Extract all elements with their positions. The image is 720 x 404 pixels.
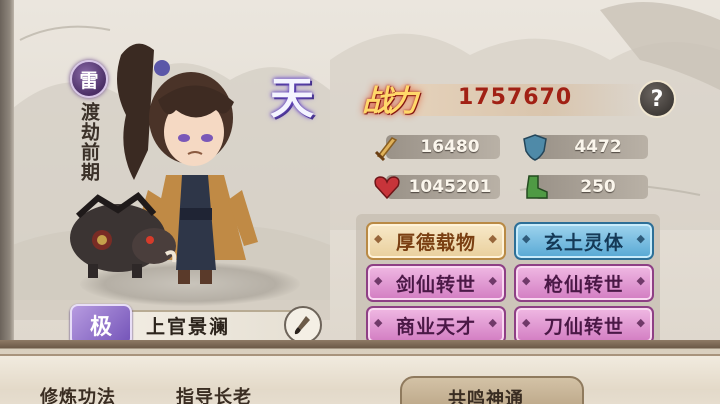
grade-label: 天 [270,73,314,124]
talent-tag[interactable]: 刀仙转世 [514,306,654,344]
guiding-elder-label[interactable]: 指导长老 [176,383,252,404]
talent-tag[interactable]: 商业天才 [366,306,506,344]
power-label: 战力 [362,84,418,119]
resonance-skill-label[interactable]: 共鸣神通 [448,385,524,404]
stat-hp: 1045201 [372,172,502,200]
name-plate: 上官景澜 极 [70,304,322,346]
talent-panel: 厚德载物 玄土灵体 剑仙转世 枪仙转世 商业天才 刀仙转世 [356,214,660,350]
stat-speed: 250 [520,172,650,200]
heart-icon [374,176,400,200]
talent-tag[interactable]: 剑仙转世 [366,264,506,302]
stat-defense: 4472 [520,132,650,161]
cultivation-method-label[interactable]: 修炼功法 [40,383,116,404]
pet-boar-sprite[interactable] [58,188,182,284]
power-value: 1757670 [458,85,573,110]
rename-brush-button[interactable] [284,306,322,344]
talent-tag[interactable]: 玄土灵体 [514,222,654,260]
brush-icon [294,316,310,335]
talent-tag[interactable]: 枪仙转世 [514,264,654,302]
hp-value: 1045201 [408,177,492,197]
sword-icon [374,137,398,162]
help-button[interactable]: ? [638,80,676,118]
shield-icon [523,134,547,161]
talent-tag[interactable]: 厚德载物 [366,222,506,260]
attack-value: 16480 [420,137,480,157]
character-detail-screen: 雷 渡劫前期 天 上官景澜 极 战力 1757670 ? 16480 4472 … [0,0,720,404]
boot-icon [526,175,548,199]
speed-value: 250 [580,177,616,197]
stat-attack: 16480 [372,132,502,162]
combat-power-banner: 战力 1757670 ? [362,76,680,122]
defense-value: 4472 [574,137,622,157]
character-name: 上官景澜 [146,316,231,338]
